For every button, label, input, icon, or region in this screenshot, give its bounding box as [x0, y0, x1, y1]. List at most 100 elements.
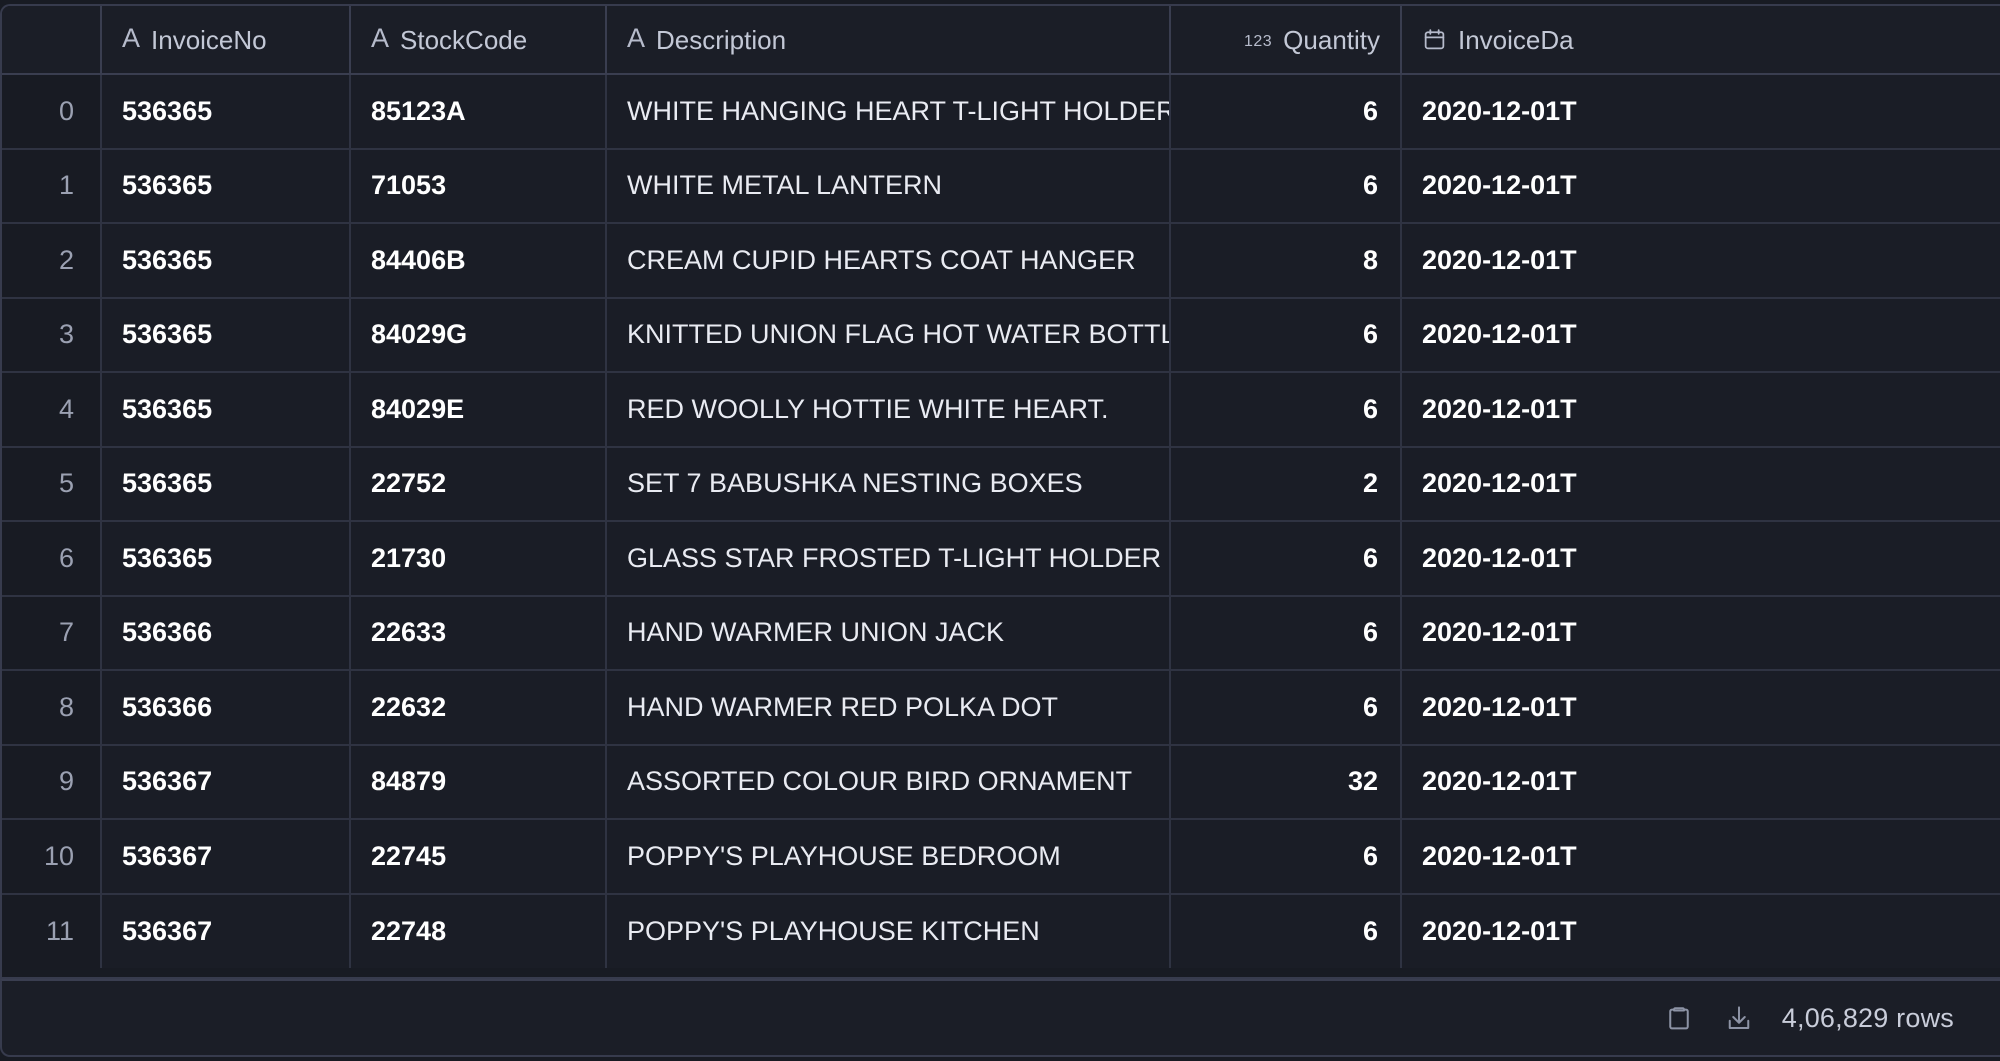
text-type-icon: A: [627, 23, 646, 53]
column-header-quantity[interactable]: 123 Quantity: [1170, 6, 1402, 75]
column-header-rownum[interactable]: [2, 6, 102, 75]
cell-description[interactable]: HAND WARMER RED POLKA DOT: [606, 670, 1171, 746]
cell-invoicedate[interactable]: 2020-12-01T: [1401, 297, 2000, 373]
table-row[interactable]: 5 536365 22752 SET 7 BABUSHKA NESTING BO…: [2, 446, 2000, 522]
cell-invoiceno[interactable]: 536365: [101, 223, 351, 299]
column-header-invoicedate[interactable]: InvoiceDa: [1401, 6, 2000, 75]
data-grid-footer: 4,06,829 rows: [0, 979, 2000, 1057]
cell-invoicedate[interactable]: 2020-12-01T: [1401, 744, 2000, 820]
cell-invoicedate[interactable]: 2020-12-01T: [1401, 521, 2000, 597]
cell-stockcode[interactable]: 22752: [350, 446, 607, 522]
row-index: 2: [2, 223, 102, 299]
column-header-label: InvoiceDa: [1458, 24, 1574, 55]
table-header: A InvoiceNo A StockCode A Description 12…: [2, 6, 2000, 75]
cell-stockcode[interactable]: 84029E: [350, 372, 607, 448]
cell-invoiceno[interactable]: 536365: [101, 74, 351, 150]
row-index: 0: [2, 74, 102, 150]
column-header-invoiceno[interactable]: A InvoiceNo: [101, 6, 351, 75]
cell-quantity[interactable]: 6: [1170, 893, 1402, 968]
cell-invoicedate[interactable]: 2020-12-01T: [1401, 670, 2000, 746]
cell-stockcode[interactable]: 22632: [350, 670, 607, 746]
text-type-icon: A: [122, 23, 141, 53]
table-row[interactable]: 9 536367 84879 ASSORTED COLOUR BIRD ORNA…: [2, 744, 2000, 820]
data-grid: A InvoiceNo A StockCode A Description 12…: [0, 0, 2000, 1061]
cell-quantity[interactable]: 32: [1170, 744, 1402, 820]
cell-stockcode[interactable]: 22748: [350, 893, 607, 968]
cell-invoicedate[interactable]: 2020-12-01T: [1401, 148, 2000, 224]
cell-quantity[interactable]: 6: [1170, 521, 1402, 597]
text-type-icon: A: [371, 23, 390, 53]
cell-description[interactable]: SET 7 BABUSHKA NESTING BOXES: [606, 446, 1171, 522]
row-index: 4: [2, 372, 102, 448]
cell-invoiceno[interactable]: 536367: [101, 744, 351, 820]
table-row[interactable]: 6 536365 21730 GLASS STAR FROSTED T-LIGH…: [2, 521, 2000, 597]
cell-quantity[interactable]: 6: [1170, 148, 1402, 224]
cell-invoiceno[interactable]: 536365: [101, 372, 351, 448]
table-row[interactable]: 11 536367 22748 POPPY'S PLAYHOUSE KITCHE…: [2, 893, 2000, 968]
row-index: 1: [2, 148, 102, 224]
cell-description[interactable]: HAND WARMER UNION JACK: [606, 595, 1171, 671]
column-header-label: StockCode: [400, 24, 528, 55]
row-index: 9: [2, 744, 102, 820]
table-row[interactable]: 1 536365 71053 WHITE METAL LANTERN 6 202…: [2, 148, 2000, 224]
cell-invoiceno[interactable]: 536365: [101, 148, 351, 224]
cell-invoiceno[interactable]: 536365: [101, 521, 351, 597]
table-row[interactable]: 0 536365 85123A WHITE HANGING HEART T-LI…: [2, 74, 2000, 150]
cell-invoiceno[interactable]: 536365: [101, 446, 351, 522]
cell-description[interactable]: GLASS STAR FROSTED T-LIGHT HOLDER: [606, 521, 1171, 597]
row-index: 6: [2, 521, 102, 597]
column-header-description[interactable]: A Description: [606, 6, 1171, 75]
row-index: 3: [2, 297, 102, 373]
cell-description[interactable]: POPPY'S PLAYHOUSE KITCHEN: [606, 893, 1171, 968]
table-row[interactable]: 3 536365 84029G KNITTED UNION FLAG HOT W…: [2, 297, 2000, 373]
cell-description[interactable]: WHITE METAL LANTERN: [606, 148, 1171, 224]
cell-quantity[interactable]: 6: [1170, 372, 1402, 448]
cell-stockcode[interactable]: 85123A: [350, 74, 607, 150]
cell-stockcode[interactable]: 22745: [350, 819, 607, 895]
cell-invoicedate[interactable]: 2020-12-01T: [1401, 372, 2000, 448]
cell-description[interactable]: KNITTED UNION FLAG HOT WATER BOTTLE: [606, 297, 1171, 373]
cell-invoiceno[interactable]: 536366: [101, 595, 351, 671]
column-header-label: Description: [656, 24, 787, 55]
cell-stockcode[interactable]: 22633: [350, 595, 607, 671]
cell-invoiceno[interactable]: 536365: [101, 297, 351, 373]
cell-quantity[interactable]: 6: [1170, 297, 1402, 373]
cell-quantity[interactable]: 6: [1170, 670, 1402, 746]
table-row[interactable]: 2 536365 84406B CREAM CUPID HEARTS COAT …: [2, 223, 2000, 299]
table-body: 0 536365 85123A WHITE HANGING HEART T-LI…: [2, 74, 2000, 968]
row-index: 7: [2, 595, 102, 671]
table-row[interactable]: 4 536365 84029E RED WOOLLY HOTTIE WHITE …: [2, 372, 2000, 448]
table-row[interactable]: 10 536367 22745 POPPY'S PLAYHOUSE BEDROO…: [2, 819, 2000, 895]
cell-invoicedate[interactable]: 2020-12-01T: [1401, 446, 2000, 522]
cell-invoicedate[interactable]: 2020-12-01T: [1401, 223, 2000, 299]
cell-invoicedate[interactable]: 2020-12-01T: [1401, 74, 2000, 150]
table-row[interactable]: 8 536366 22632 HAND WARMER RED POLKA DOT…: [2, 670, 2000, 746]
cell-invoicedate[interactable]: 2020-12-01T: [1401, 893, 2000, 968]
cell-description[interactable]: WHITE HANGING HEART T-LIGHT HOLDER: [606, 74, 1171, 150]
cell-quantity[interactable]: 8: [1170, 223, 1402, 299]
cell-invoiceno[interactable]: 536366: [101, 670, 351, 746]
cell-invoicedate[interactable]: 2020-12-01T: [1401, 595, 2000, 671]
cell-stockcode[interactable]: 21730: [350, 521, 607, 597]
cell-description[interactable]: ASSORTED COLOUR BIRD ORNAMENT: [606, 744, 1171, 820]
cell-invoiceno[interactable]: 536367: [101, 819, 351, 895]
cell-description[interactable]: CREAM CUPID HEARTS COAT HANGER: [606, 223, 1171, 299]
cell-quantity[interactable]: 6: [1170, 595, 1402, 671]
column-header-stockcode[interactable]: A StockCode: [350, 6, 607, 75]
cell-stockcode[interactable]: 84029G: [350, 297, 607, 373]
cell-quantity[interactable]: 6: [1170, 819, 1402, 895]
cell-invoicedate[interactable]: 2020-12-01T: [1401, 819, 2000, 895]
cell-description[interactable]: POPPY'S PLAYHOUSE BEDROOM: [606, 819, 1171, 895]
cell-stockcode[interactable]: 84406B: [350, 223, 607, 299]
row-index: 10: [2, 819, 102, 895]
cell-quantity[interactable]: 6: [1170, 74, 1402, 150]
download-icon[interactable]: [1722, 1001, 1756, 1035]
cell-description[interactable]: RED WOOLLY HOTTIE WHITE HEART.: [606, 372, 1171, 448]
cell-stockcode[interactable]: 71053: [350, 148, 607, 224]
column-header-label: InvoiceNo: [151, 24, 267, 55]
clipboard-icon[interactable]: [1662, 1001, 1696, 1035]
cell-invoiceno[interactable]: 536367: [101, 893, 351, 968]
cell-quantity[interactable]: 2: [1170, 446, 1402, 522]
table-row[interactable]: 7 536366 22633 HAND WARMER UNION JACK 6 …: [2, 595, 2000, 671]
cell-stockcode[interactable]: 84879: [350, 744, 607, 820]
